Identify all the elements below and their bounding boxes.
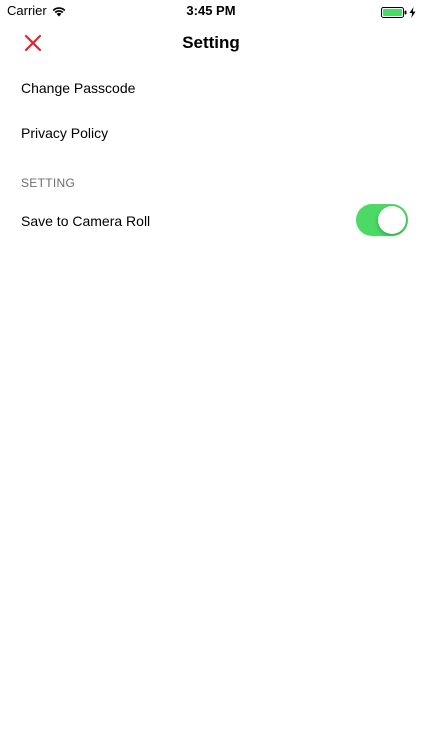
status-bar: Carrier 3:45 PM [0,0,422,22]
battery-indicator [381,5,416,18]
status-time: 3:45 PM [186,3,236,18]
navigation-bar: Setting [0,22,422,66]
battery-full-icon [381,5,407,18]
privacy-policy-row[interactable]: Privacy Policy [21,125,408,141]
charging-bolt-icon [409,5,416,18]
privacy-policy-label: Privacy Policy [21,125,109,141]
section-header-setting: SETTING [21,176,76,190]
change-passcode-row[interactable]: Change Passcode [21,80,408,96]
toggle-knob [378,206,406,234]
save-to-camera-roll-label: Save to Camera Roll [21,213,151,229]
page-title: Setting [182,33,240,52]
save-to-camera-roll-row: Save to Camera Roll [21,203,408,237]
change-passcode-label: Change Passcode [21,80,136,96]
save-to-camera-roll-toggle[interactable] [356,204,408,236]
